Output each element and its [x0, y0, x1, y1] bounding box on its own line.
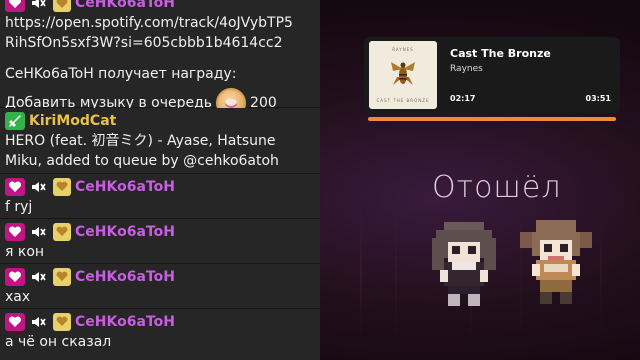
username[interactable]: CeHKo6aToH [75, 312, 175, 332]
message-header: CeHKo6aToH [5, 311, 320, 332]
chat-message: CeHKo6aToH https://open.spotify.com/trac… [0, 0, 320, 118]
muted-speaker-icon [29, 313, 49, 331]
pixel-character-girl-brown-hair [432, 222, 496, 306]
progress-bar [368, 117, 616, 121]
heart-badge-icon [5, 0, 25, 12]
message-text: f ryj [5, 199, 33, 215]
bee-emblem-icon [391, 62, 415, 85]
track-title: Cast The Bronze [450, 47, 551, 60]
chat-message: KiriModCat HERO (feat. 初音ミク) - Ayase, Ha… [0, 108, 320, 174]
username[interactable]: CeHKo6aToH [75, 177, 175, 197]
gold-heart-badge-icon [53, 312, 71, 331]
spotify-link-line-1[interactable]: https://open.spotify.com/track/4oJVybTP5 [5, 13, 320, 33]
message-header: CeHKo6aToH [5, 176, 320, 197]
cover-title-text: CAST THE BRONZE [376, 98, 430, 103]
gold-heart-badge-icon [53, 177, 71, 196]
chat-message: CeHKo6aToH я кон [0, 219, 320, 264]
album-cover: RAYNES CAST THE BRONZE [369, 41, 437, 109]
chat-panel: CeHKo6aToH https://open.spotify.com/trac… [0, 0, 320, 360]
heart-badge-icon [5, 267, 25, 286]
reward-text: CeHKo6aToH получает награду: [5, 66, 237, 82]
cover-artist-text: RAYNES [392, 47, 414, 52]
message-header: KiriModCat [5, 111, 320, 131]
username[interactable]: CeHKo6aToH [75, 267, 175, 287]
spotify-link-line-2[interactable]: RihSfOn5sxf3W?si=605cbbb1b4614cc2 [5, 33, 320, 53]
mod-message-line-1: HERO (feat. 初音ミク) - Ayase, Hatsune [5, 133, 276, 149]
message-text: а чё он сказал [5, 334, 112, 350]
username[interactable]: CeHKo6aToH [75, 0, 175, 13]
muted-speaker-icon [29, 268, 49, 286]
muted-speaker-icon [29, 0, 49, 12]
gold-heart-badge-icon [53, 0, 71, 12]
now-playing-card: RAYNES CAST THE BRONZE Cast The Bronze R… [364, 37, 620, 113]
total-duration: 03:51 [585, 94, 611, 103]
chat-message: CeHKo6aToH а чё он сказал [0, 309, 320, 360]
track-artist: Raynes [450, 64, 483, 74]
muted-speaker-icon [29, 178, 49, 196]
sword-moderator-icon [5, 112, 25, 130]
mod-username[interactable]: KiriModCat [29, 111, 116, 131]
message-text: я кон [5, 244, 45, 260]
muted-speaker-icon [29, 223, 49, 241]
gold-heart-badge-icon [53, 222, 71, 241]
background-streak [395, 200, 397, 340]
mod-message-line-2: Miku, added to queue by @cehko6atoh [5, 153, 279, 169]
message-header: CeHKo6aToH [5, 0, 320, 13]
pixel-character-girl-pigtails [520, 220, 592, 304]
gold-heart-badge-icon [53, 267, 71, 286]
background-streak [360, 200, 362, 340]
chat-message: CeHKo6aToH f ryj [0, 174, 320, 219]
elapsed-time: 02:17 [450, 94, 476, 103]
username[interactable]: CeHKo6aToH [75, 222, 175, 242]
chat-message: CeHKo6aToH хах [0, 264, 320, 309]
message-header: CeHKo6aToH [5, 266, 320, 287]
heart-badge-icon [5, 177, 25, 196]
background-streak [600, 200, 602, 340]
message-header: CeHKo6aToH [5, 221, 320, 242]
heart-badge-icon [5, 312, 25, 331]
message-text: хах [5, 289, 31, 305]
heart-badge-icon [5, 222, 25, 241]
away-status-text: Отошёл [432, 170, 562, 205]
